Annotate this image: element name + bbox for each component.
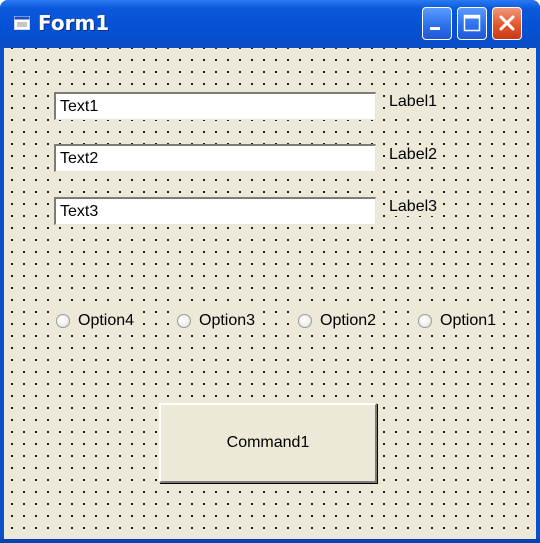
- radio-circle-icon: [56, 314, 70, 328]
- option2-label: Option2: [320, 312, 377, 329]
- radio-circle-icon: [298, 314, 312, 328]
- option3-label: Option3: [199, 312, 256, 329]
- window-border-bottom: [0, 539, 540, 543]
- maximize-button[interactable]: [457, 7, 487, 40]
- text1-input[interactable]: Text1: [54, 92, 376, 120]
- option4-label: Option4: [78, 312, 135, 329]
- close-icon: [499, 15, 515, 31]
- option4-radio[interactable]: Option4: [54, 308, 139, 334]
- radio-circle-icon: [418, 314, 432, 328]
- minimize-icon: [430, 27, 440, 30]
- title-bar[interactable]: Form1: [0, 0, 540, 48]
- option2-radio[interactable]: Option2: [296, 308, 381, 334]
- radio-circle-icon: [177, 314, 191, 328]
- maximize-icon: [463, 14, 481, 32]
- text3-input[interactable]: Text3: [54, 197, 376, 225]
- option3-radio[interactable]: Option3: [175, 308, 260, 334]
- label3: Label3: [387, 198, 440, 216]
- command1-button[interactable]: Command1: [159, 403, 377, 483]
- label2: Label2: [387, 146, 440, 164]
- minimize-button[interactable]: [422, 7, 452, 40]
- option1-radio[interactable]: Option1: [416, 308, 501, 334]
- close-button[interactable]: [492, 7, 522, 40]
- window-title: Form1: [38, 11, 110, 35]
- text2-input[interactable]: Text2: [54, 144, 376, 172]
- form-icon: [14, 16, 30, 30]
- option1-label: Option1: [440, 312, 497, 329]
- label1: Label1: [387, 93, 440, 111]
